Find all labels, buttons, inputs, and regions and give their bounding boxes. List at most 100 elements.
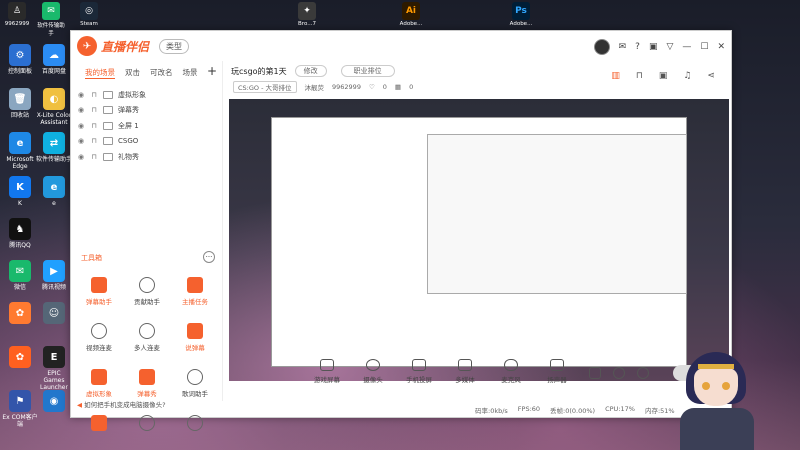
speaker-button[interactable]: 扬声器 (541, 359, 573, 384)
source-type-icon (103, 106, 113, 115)
eye-icon[interactable] (613, 367, 625, 379)
tasks-icon (187, 277, 203, 293)
category-badge[interactable]: CS:GO - 大哥排位 (233, 81, 297, 93)
desktop-icon-wechat[interactable]: ✉ 软件传输助手 (36, 0, 66, 37)
preview-nested-window-inner (427, 134, 687, 294)
desktop-icon-epic[interactable]: E EPIC Games Launcher (36, 346, 72, 391)
scene-tabs: 我的场景 双击 可改名 场景 (71, 61, 222, 79)
desktop-icon-illustrator[interactable]: Ai Adobe... (396, 0, 426, 27)
lock-icon[interactable]: ⊓ (90, 153, 98, 161)
desktop-icon-photo[interactable]: ☺ (36, 302, 72, 326)
list-item[interactable]: ◉ ⊓ 虚拟形象 (71, 87, 222, 103)
desktop-icon-qq[interactable]: ♞ 腾讯QQ (2, 218, 38, 249)
tab-double-click[interactable]: 双击 (125, 67, 140, 79)
gift-count: 0 (409, 83, 414, 91)
tool-lyrics-helper[interactable]: 歌词助手 (171, 366, 219, 406)
tool-host-tasks[interactable]: 主播任务 (171, 274, 219, 314)
desktop-icon-k[interactable]: KK (2, 176, 38, 207)
desktop-icon-excom[interactable]: ⚑ Ex COM客户端 (2, 390, 38, 428)
lock-icon[interactable]: ⊓ (90, 91, 98, 99)
desktop-icon-baidu-pan[interactable]: ☁ 百度网盘 (36, 44, 72, 75)
lock-icon[interactable]: ⊓ (90, 106, 98, 114)
desktop-icon-wechat2[interactable]: ✉ 微信 (2, 260, 38, 291)
share-icon[interactable]: ⋖ (707, 71, 715, 81)
desktop-icon-orange2[interactable]: ✿ (2, 346, 38, 370)
filter-icon[interactable]: ▽ (666, 42, 673, 52)
record-icon[interactable] (589, 367, 601, 379)
microphone-button[interactable]: 麦克风 (495, 359, 527, 384)
source-type-icon (103, 137, 113, 146)
tool-extra-3[interactable] (171, 412, 219, 450)
minimize-icon[interactable]: — (682, 42, 691, 52)
desktop-icon-app[interactable]: ✦ Bro...7 (292, 0, 322, 27)
eye-icon[interactable]: ◉ (77, 137, 85, 145)
danmu-helper-icon (91, 277, 107, 293)
rank-icon[interactable]: ▥ (611, 71, 620, 81)
close-icon[interactable]: ✕ (717, 42, 725, 52)
mail-icon[interactable]: ✉ (619, 42, 627, 52)
desktop-icon-user[interactable]: ♙ 9962999 (2, 0, 32, 27)
desktop-icon-transfer[interactable]: ⇄ 软件传输助手 (36, 132, 72, 163)
eye-icon[interactable]: ◉ (77, 91, 85, 99)
room-tools: ▥ ⊓ ▣ ♫ ⋖ (611, 71, 715, 81)
multi-link-icon (139, 323, 155, 339)
lock-icon[interactable]: ⊓ (90, 137, 98, 145)
maximize-icon[interactable]: ☐ (700, 42, 708, 52)
desktop-icon-orange[interactable]: ✿ (2, 302, 38, 326)
eye-icon[interactable]: ◉ (77, 153, 85, 161)
toolbox-more-button[interactable]: ··· (203, 251, 215, 263)
desktop-icon-recycle-bin[interactable]: 🗑 回收站 (2, 88, 38, 119)
bell-icon[interactable]: ♫ (683, 71, 691, 81)
tool-contribution-helper[interactable]: 贡献助手 (123, 274, 171, 314)
game-screen-button[interactable]: 游戏屏幕 (311, 359, 343, 384)
unlock-icon[interactable]: ⊓ (636, 71, 643, 81)
list-item[interactable]: ◉ ⊓ 礼物秀 (71, 149, 222, 165)
list-item[interactable]: ◉ ⊓ CSGO (71, 134, 222, 150)
tab-my-scenes[interactable]: 我的场景 (85, 67, 115, 79)
edit-title-button[interactable]: 修改 (294, 65, 327, 77)
phone-cast-button[interactable]: 手机投屏 (403, 359, 435, 384)
desktop-icon-edge[interactable]: e Microsoft Edge (2, 132, 38, 170)
desktop-icon-xlite[interactable]: ◐ X-Lite Color Assistant (36, 88, 72, 126)
source-list: ◉ ⊓ 虚拟形象 ◉ ⊓ 弹幕秀 ◉ ⊓ 全屏 1 ◉ ⊓ CSGO ◉ ⊓ 礼物秀 (71, 87, 222, 165)
room-title: 玩csgo的第1天 (231, 66, 287, 76)
help-tip[interactable]: ◀ 如何把手机变成电脑摄像头? (77, 399, 166, 409)
monitor-icon (320, 359, 334, 371)
type-button[interactable]: 类型 (159, 38, 190, 54)
user-icon: ♙ (8, 2, 26, 20)
help-icon[interactable]: ? (635, 42, 640, 52)
edge-icon: e (9, 132, 31, 154)
camera-icon (366, 359, 380, 371)
desktop-icon-blue[interactable]: ◉ (36, 390, 72, 414)
tool-video-link[interactable]: 视频连麦 (75, 320, 123, 360)
tool-extra-2[interactable] (123, 412, 171, 450)
tool-extra-1[interactable] (75, 412, 123, 450)
tool-multi-link[interactable]: 多人连麦 (123, 320, 171, 360)
lock-icon[interactable]: ⊓ (90, 122, 98, 130)
desktop-icon-tencent-video[interactable]: ▶ 腾讯视频 (36, 260, 72, 291)
desktop-icon-ie[interactable]: ee (36, 176, 72, 207)
tool-speak-danmu[interactable]: 说弹幕 (171, 320, 219, 360)
stream-preview[interactable] (229, 99, 729, 381)
layout-icon[interactable]: ▣ (659, 71, 668, 81)
media-button[interactable]: 多媒体 (449, 359, 481, 384)
virtual-avatar-icon (91, 369, 107, 385)
eye-icon[interactable]: ◉ (77, 122, 85, 130)
add-scene-button[interactable]: + (207, 64, 217, 78)
window-controls: ✉ ? ▣ ▽ — ☐ ✕ (593, 39, 725, 55)
room-id: 9962999 (332, 83, 361, 91)
tab-rename[interactable]: 可改名 (150, 67, 173, 79)
list-item[interactable]: ◉ ⊓ 弹幕秀 (71, 103, 222, 119)
list-item[interactable]: ◉ ⊓ 全屏 1 (71, 118, 222, 134)
tool-danmu-helper[interactable]: 弹幕助手 (75, 274, 123, 314)
avatar[interactable] (593, 39, 610, 55)
camera-button[interactable]: 摄像头 (357, 359, 389, 384)
desktop-icon-photoshop[interactable]: Ps Adobe... (506, 0, 536, 27)
settings-icon[interactable] (637, 367, 649, 379)
desktop-icon-control-panel[interactable]: ⚙ 控制面板 (2, 44, 38, 75)
rank-button[interactable]: 职业排位 (340, 65, 395, 77)
eye-icon[interactable]: ◉ (77, 106, 85, 114)
crop-icon[interactable]: ▣ (649, 42, 658, 52)
desktop-icon-steam[interactable]: ◎ Steam (74, 0, 104, 27)
tab-scene[interactable]: 场景 (183, 67, 198, 79)
